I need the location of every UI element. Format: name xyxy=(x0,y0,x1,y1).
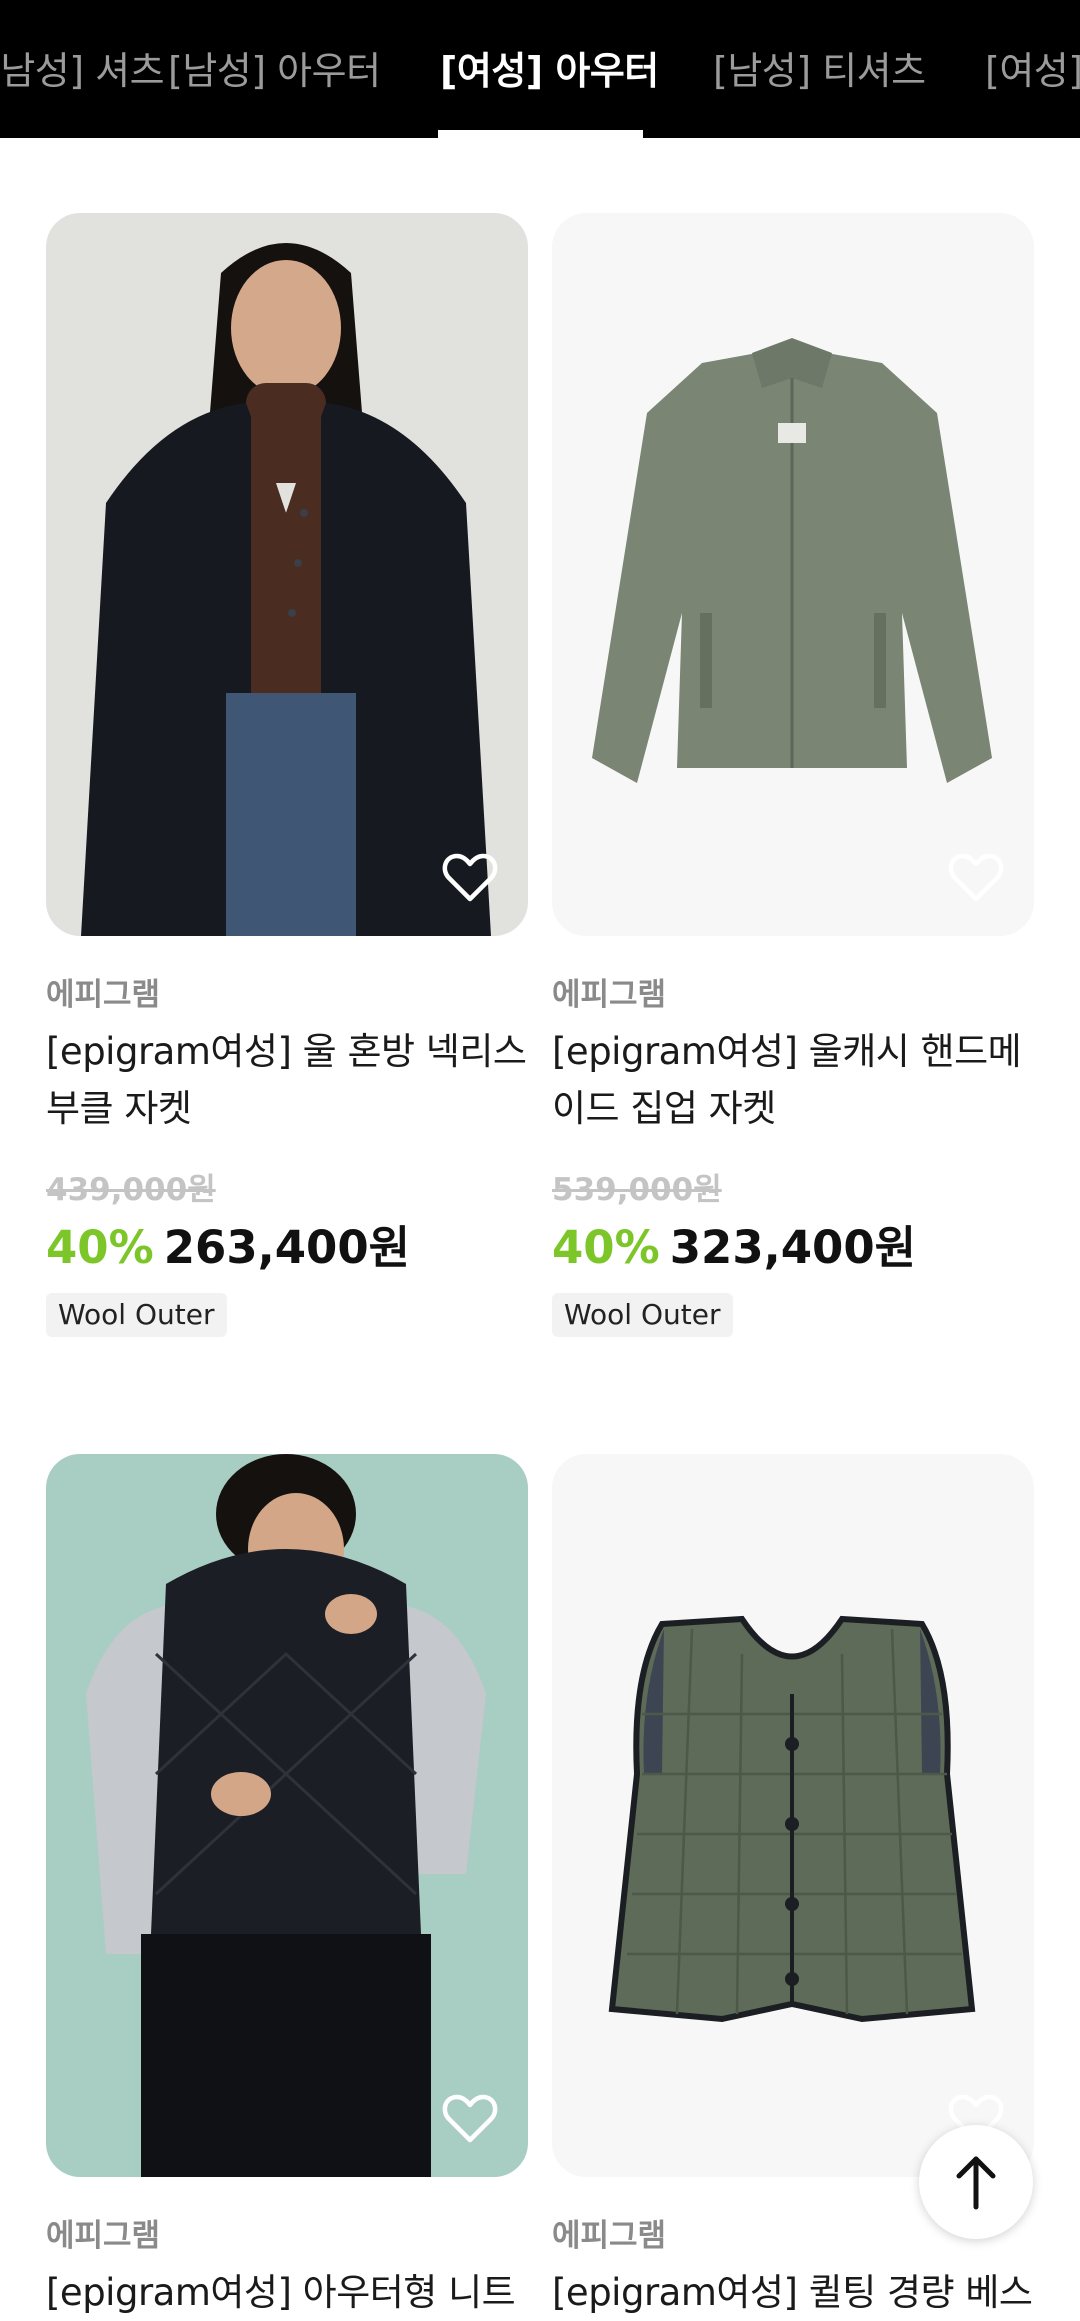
heart-outline-icon[interactable] xyxy=(442,2092,498,2144)
heart-outline-icon[interactable] xyxy=(442,851,498,903)
scroll-to-top-button[interactable] xyxy=(919,2125,1033,2239)
sale-price: 263,400원 xyxy=(163,1221,411,1274)
product-name-line-1[interactable]: [epigram여성] 울캐시 핸드메 xyxy=(552,1023,1034,1080)
product-name-line-1[interactable]: [epigram여성] 퀼팅 경량 베스 xyxy=(552,2264,1034,2321)
category-tab-bar: [남성] 셔츠 [남성] 아우터 [여성] 아우터 [남성] 티셔츠 [여성] … xyxy=(0,0,1080,138)
sale-price: 323,400원 xyxy=(669,1221,917,1274)
product-brand: 에피그램 xyxy=(552,2218,667,2254)
original-price: 439,000원 xyxy=(46,1172,216,1208)
product-image[interactable] xyxy=(552,1454,1034,2177)
model-photo-boucle-jacket xyxy=(46,213,528,936)
product-brand: 에피그램 xyxy=(46,977,161,1013)
product-card[interactable]: 에피그램 [epigram여성] 울 혼방 넥리스 부클 자켓 439,000원… xyxy=(46,213,528,1343)
product-name-line-2[interactable]: 부클 자켓 xyxy=(46,1080,528,1137)
active-tab-indicator xyxy=(438,130,643,138)
product-brand: 에피그램 xyxy=(46,2218,161,2254)
product-photo-quilted-vest xyxy=(552,1454,1034,2177)
product-photo-zip-jacket xyxy=(552,213,1034,936)
price-line: 40% 263,400원 xyxy=(46,1211,410,1276)
product-name-line-1[interactable]: [epigram여성] 아우터형 니트 xyxy=(46,2264,528,2321)
product-tag: Wool Outer xyxy=(46,1293,227,1337)
product-image[interactable] xyxy=(552,213,1034,936)
product-name-line-1[interactable]: [epigram여성] 울 혼방 넥리스 xyxy=(46,1023,528,1080)
product-tag: Wool Outer xyxy=(552,1293,733,1337)
tab-women-outer[interactable]: [여성] 아우터 xyxy=(440,40,659,93)
tab-men-tshirts[interactable]: [남성] 티셔츠 xyxy=(713,40,926,93)
product-card[interactable]: 에피그램 [epigram여성] 울캐시 핸드메 이드 집업 자켓 539,00… xyxy=(552,213,1034,1343)
product-card[interactable]: 에피그램 [epigram여성] 아우터형 니트 xyxy=(46,1454,528,2314)
tab-men-outer[interactable]: [남성] 아우터 xyxy=(168,40,381,93)
model-photo-padded-vest xyxy=(46,1454,528,2177)
price-line: 40% 323,400원 xyxy=(552,1211,916,1276)
discount-rate: 40% xyxy=(46,1221,154,1274)
heart-outline-icon[interactable] xyxy=(948,851,1004,903)
discount-rate: 40% xyxy=(552,1221,660,1274)
product-brand: 에피그램 xyxy=(552,977,667,1013)
product-name-line-2[interactable]: 이드 집업 자켓 xyxy=(552,1080,1034,1137)
product-image[interactable] xyxy=(46,213,528,936)
tab-men-shirts[interactable]: [남성] 셔츠 xyxy=(0,40,165,93)
product-image[interactable] xyxy=(46,1454,528,2177)
tab-women-outer-2[interactable]: [여성] 아우터 xyxy=(985,40,1080,93)
original-price: 539,000원 xyxy=(552,1172,722,1208)
arrow-up-icon xyxy=(956,2156,996,2210)
